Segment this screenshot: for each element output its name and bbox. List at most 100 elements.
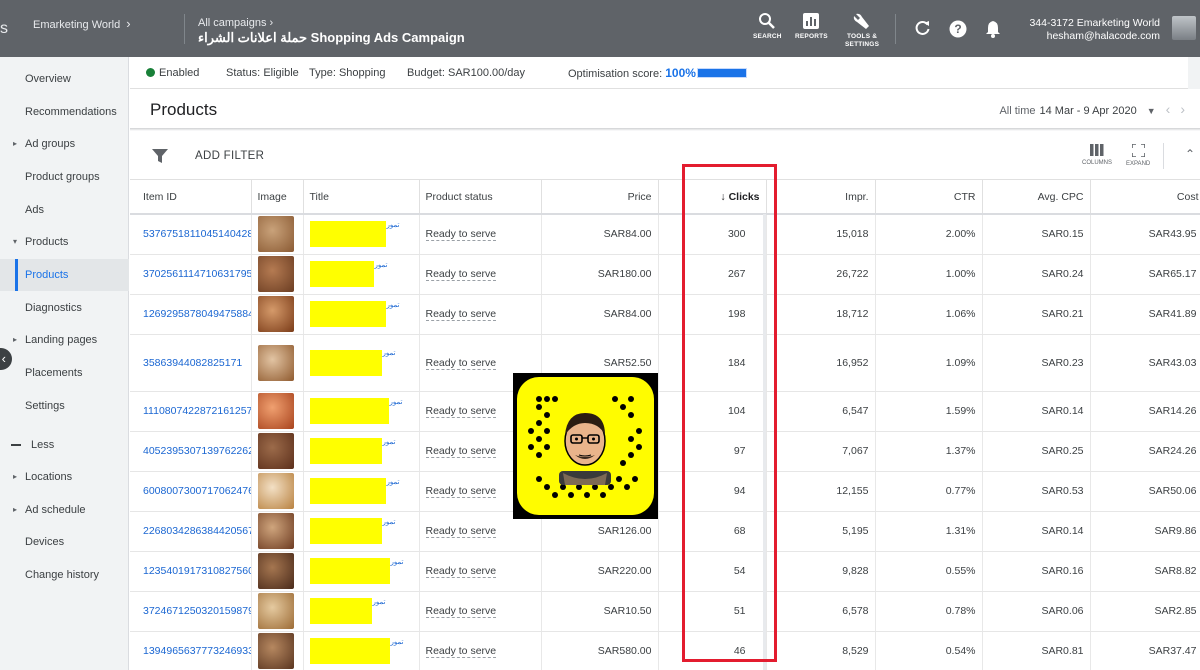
item-id-link[interactable]: 2268034286384420567 <box>143 525 250 537</box>
product-status-value[interactable]: Ready to serve <box>425 228 497 242</box>
add-filter-button[interactable]: ADD FILTER <box>195 150 264 162</box>
sidebar-item-products[interactable]: Products <box>0 259 129 291</box>
next-period-icon[interactable]: › <box>1180 101 1185 117</box>
sidebar-item-devices[interactable]: Devices <box>0 526 129 558</box>
item-id-link[interactable]: 13949656377732469335 <box>143 645 250 657</box>
table-row[interactable]: 13949656377732469335 تمور Ready to serve SA… <box>130 631 1200 670</box>
item-id-link[interactable]: 12354019173108275601 <box>143 565 250 577</box>
tools-settings-button[interactable]: TOOLS & SETTINGS <box>845 12 879 49</box>
search-tool-button[interactable]: SEARCH <box>753 12 782 41</box>
avatar[interactable] <box>1172 16 1196 40</box>
product-status-value[interactable]: Ready to serve <box>425 645 497 658</box>
table-row[interactable]: 2268034286384420567 تمور Ready to serve SAR… <box>130 511 1200 552</box>
table-row[interactable]: 11108074228721612578 تمور Ready to serve 10… <box>130 391 1200 432</box>
sidebar-item-locations[interactable]: ▸ Locations <box>0 461 129 493</box>
product-thumbnail[interactable] <box>257 473 294 509</box>
item-id-link[interactable]: 5376751811045140428 <box>143 228 250 240</box>
scrollbar[interactable] <box>1188 57 1200 89</box>
date-range-picker[interactable]: All time 14 Mar - 9 Apr 2020 ▼ ‹ › <box>999 101 1185 117</box>
column-header-price[interactable]: Price <box>541 180 659 215</box>
product-thumbnail[interactable] <box>257 216 294 253</box>
column-header-image[interactable]: Image <box>251 180 304 215</box>
sidebar-item-recommendations[interactable]: Recommendations <box>0 96 129 128</box>
product-status-value[interactable]: Ready to serve <box>425 525 497 538</box>
product-title[interactable]: تمور <box>387 479 400 486</box>
product-status-value[interactable]: Ready to serve <box>425 405 497 418</box>
product-thumbnail[interactable] <box>257 633 294 669</box>
help-icon[interactable]: ? <box>949 20 967 38</box>
table-row[interactable]: 4052395307139762262 تمور Ready to serve 97 7… <box>130 431 1200 472</box>
sidebar-item-placements[interactable]: Placements <box>0 357 129 389</box>
column-header-item-id[interactable]: Item ID <box>130 180 252 215</box>
product-status-value[interactable]: Ready to serve <box>425 356 497 370</box>
sidebar-item-ad-schedule[interactable]: ▸ Ad schedule <box>0 494 129 526</box>
sidebar-item-change-history[interactable]: Change history <box>0 559 129 591</box>
product-title[interactable]: تمور <box>375 262 388 269</box>
item-id-link[interactable]: 4052395307139762262 <box>143 445 250 457</box>
product-title[interactable]: تمور <box>387 302 400 309</box>
table-row[interactable]: 12692958780494758845 تمور Ready to serve SA… <box>130 294 1200 335</box>
column-header-avg-cpc[interactable]: Avg. CPC <box>982 180 1091 215</box>
product-thumbnail[interactable] <box>257 344 294 381</box>
product-title[interactable]: تمور <box>391 559 404 566</box>
previous-period-icon[interactable]: ‹ <box>1166 101 1171 117</box>
filter-icon[interactable] <box>152 149 168 163</box>
product-status-value[interactable]: Ready to serve <box>425 445 497 458</box>
product-status-value[interactable]: Ready to serve <box>425 485 497 498</box>
item-id-link[interactable]: 3724671250320159879 <box>143 605 250 617</box>
sidebar-item-product-groups[interactable]: Product groups <box>0 161 129 193</box>
product-thumbnail[interactable] <box>257 513 294 549</box>
enabled-status[interactable]: Enabled <box>146 67 199 79</box>
product-thumbnail[interactable] <box>257 393 294 429</box>
table-row[interactable]: 6008007300717062476 تمور Ready to serve 94 1… <box>130 471 1200 512</box>
product-title[interactable]: تمور <box>373 599 386 606</box>
product-status-value[interactable]: Ready to serve <box>425 308 497 321</box>
expand-button[interactable]: EXPAND <box>1126 144 1150 167</box>
sidebar-item-overview[interactable]: Overview <box>0 63 129 95</box>
sidebar-item-ad-groups[interactable]: ▸ Ad groups <box>0 128 129 160</box>
sidebar-item-settings[interactable]: Settings <box>0 390 129 422</box>
product-title[interactable]: تمور <box>387 222 400 229</box>
campaign-budget[interactable]: Budget: SAR100.00/day <box>407 67 525 79</box>
table-row[interactable]: 12354019173108275601 تمور Ready to serve SA… <box>130 551 1200 592</box>
user-account-info[interactable]: 344-3172 Emarketing World hesham@halacod… <box>1029 17 1160 43</box>
product-title[interactable]: تمور <box>391 639 404 646</box>
item-id-link[interactable]: 12692958780494758845 <box>143 308 250 320</box>
product-thumbnail[interactable] <box>257 553 294 589</box>
scrollbar[interactable] <box>763 214 766 670</box>
sidebar-item-products-group[interactable]: ▾ Products <box>0 226 129 258</box>
product-title[interactable]: تمور <box>383 439 396 446</box>
column-header-title[interactable]: Title <box>303 180 420 215</box>
column-header-clicks[interactable]: ↓ Clicks <box>658 180 767 215</box>
item-id-link[interactable]: 11108074228721612578 <box>143 405 250 417</box>
sidebar-less-toggle[interactable]: Less <box>0 431 129 459</box>
column-header-cost[interactable]: Cost <box>1090 180 1200 215</box>
sidebar-item-ads[interactable]: Ads <box>0 194 129 226</box>
product-title[interactable]: تمور <box>383 519 396 526</box>
column-header-impressions[interactable]: Impr. <box>766 180 876 215</box>
item-id-link[interactable]: 35863944082825171 <box>143 357 242 369</box>
table-row[interactable]: 5376751811045140428 تمور Ready to serve SAR… <box>130 214 1200 255</box>
breadcrumb[interactable]: All campaigns › <box>198 17 273 29</box>
columns-button[interactable]: COLUMNS <box>1082 144 1112 166</box>
account-selector[interactable]: Emarketing World › <box>33 16 131 31</box>
product-thumbnail[interactable] <box>257 593 294 629</box>
item-id-link[interactable]: 6008007300717062476 <box>143 485 250 497</box>
product-thumbnail[interactable] <box>257 296 294 332</box>
product-thumbnail[interactable] <box>257 256 294 292</box>
campaign-name[interactable]: حملة اعلانات الشراء Shopping Ads Campaig… <box>198 30 465 46</box>
notifications-bell-icon[interactable] <box>985 20 1001 38</box>
collapse-up-icon[interactable]: ⌃ <box>1185 147 1195 161</box>
optimisation-score[interactable]: Optimisation score: 100% <box>568 66 696 80</box>
table-row[interactable]: 3724671250320159879 تمور Ready to serve SAR… <box>130 591 1200 632</box>
product-title[interactable]: تمور <box>383 350 396 357</box>
product-thumbnail[interactable] <box>257 433 294 469</box>
product-status-value[interactable]: Ready to serve <box>425 268 497 281</box>
table-row[interactable]: 35863944082825171 تمور Ready to serve SAR52… <box>130 334 1200 392</box>
refresh-icon[interactable] <box>914 20 931 37</box>
product-title[interactable]: تمور <box>390 399 403 406</box>
column-header-product-status[interactable]: Product status <box>419 180 542 215</box>
product-status-value[interactable]: Ready to serve <box>425 605 497 618</box>
reports-tool-button[interactable]: REPORTS <box>795 12 828 41</box>
sidebar-item-landing-pages[interactable]: ▸ Landing pages <box>0 324 129 356</box>
